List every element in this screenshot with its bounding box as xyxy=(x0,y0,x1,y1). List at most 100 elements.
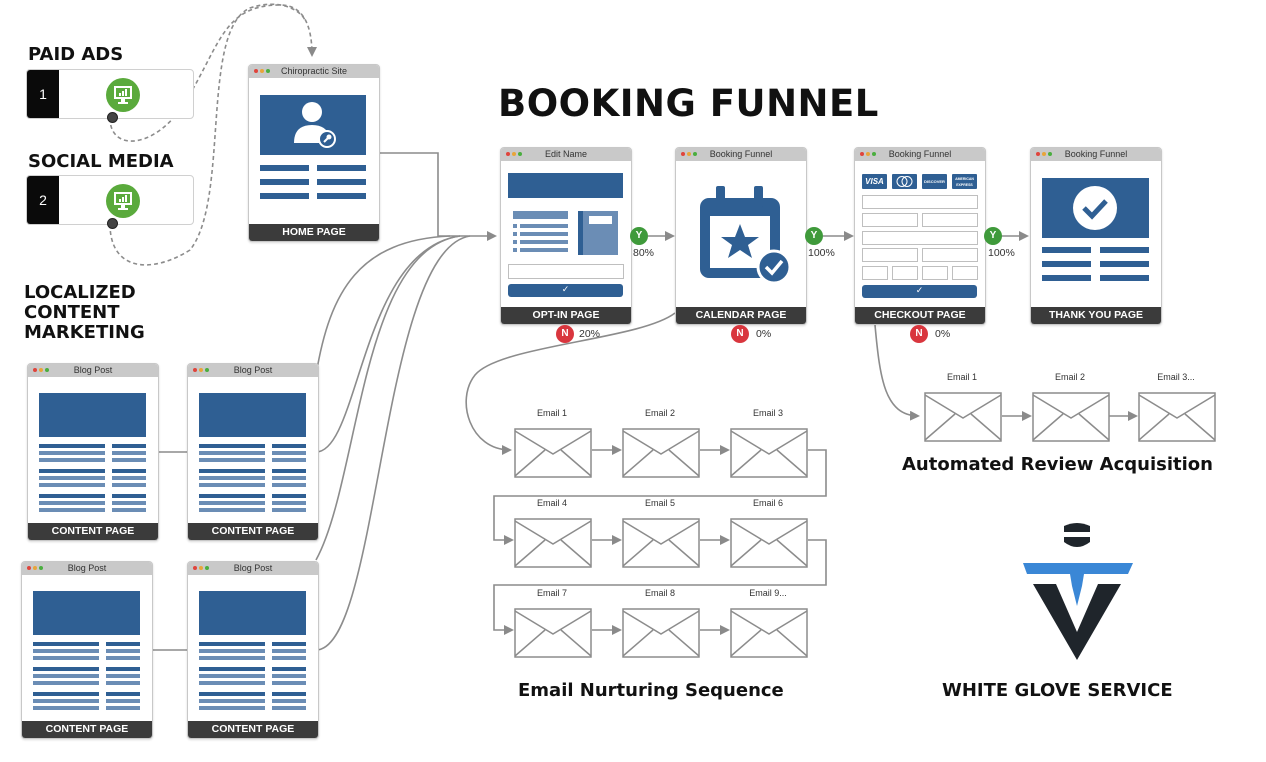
content-page-window[interactable]: Blog Post CONTENT PAGE xyxy=(187,561,319,739)
window-title: Edit Name xyxy=(544,149,588,159)
window-footer: CONTENT PAGE xyxy=(22,721,152,738)
page-title: BOOKING FUNNEL xyxy=(498,82,879,125)
checkout-field[interactable] xyxy=(862,231,978,245)
no-percent: 0% xyxy=(935,328,951,340)
white-glove-logo-icon xyxy=(1023,523,1133,660)
checkout-submit-button[interactable]: ✓ xyxy=(862,285,977,298)
yes-percent: 100% xyxy=(988,247,1015,259)
window-controls xyxy=(193,368,209,372)
window-titlebar: Edit Name xyxy=(501,148,631,161)
window-controls xyxy=(860,152,876,156)
book-icon xyxy=(578,211,618,255)
envelope-icon[interactable] xyxy=(1138,392,1216,442)
window-titlebar: Blog Post xyxy=(188,364,318,377)
yes-percent: 80% xyxy=(633,247,655,259)
link-content-3 xyxy=(315,235,461,561)
optin-submit-button[interactable]: ✓ xyxy=(508,284,623,297)
no-badge: N xyxy=(556,325,574,343)
window-footer: THANK YOU PAGE xyxy=(1031,307,1161,324)
envelope-icon[interactable] xyxy=(1032,392,1110,442)
window-footer: CONTENT PAGE xyxy=(188,721,318,738)
window-title: Booking Funnel xyxy=(1064,149,1128,159)
no-badge: N xyxy=(910,325,928,343)
window-title: Booking Funnel xyxy=(888,149,952,159)
window-controls xyxy=(27,566,43,570)
monitor-chart-icon xyxy=(106,184,140,218)
envelope-icon[interactable] xyxy=(514,608,592,658)
thank-you-page-window[interactable]: Booking Funnel THANK YOU PAGE xyxy=(1030,147,1162,325)
window-controls xyxy=(506,152,522,156)
email-label: Email 1 xyxy=(536,408,567,418)
envelope-icon[interactable] xyxy=(730,428,808,478)
brand-name: WHITE GLOVE SERVICE xyxy=(942,680,1173,701)
heading-paid-ads: PAID ADS xyxy=(28,44,124,65)
window-controls xyxy=(33,368,49,372)
envelope-icon[interactable] xyxy=(622,518,700,568)
yes-badge: Y xyxy=(984,227,1002,245)
source-number: 2 xyxy=(27,176,59,224)
email-label: Email 2 xyxy=(1054,372,1085,382)
content-page-window[interactable]: Blog Post CONTENT PAGE xyxy=(27,363,159,541)
window-footer: CONTENT PAGE xyxy=(28,523,158,540)
content-page-window[interactable]: Blog Post CONTENT PAGE xyxy=(21,561,153,739)
checkout-field[interactable] xyxy=(862,248,918,262)
window-title: Blog Post xyxy=(67,563,107,573)
window-footer: OPT-IN PAGE xyxy=(501,307,631,324)
window-title: Blog Post xyxy=(73,365,113,375)
envelope-icon[interactable] xyxy=(514,518,592,568)
window-titlebar: Booking Funnel xyxy=(855,148,985,161)
calendar-page-window[interactable]: Booking Funnel CALENDAR PAGE xyxy=(675,147,807,325)
connector-handle[interactable] xyxy=(107,112,118,123)
heading-line: CONTENT xyxy=(24,302,120,323)
window-title: Booking Funnel xyxy=(709,149,773,159)
link-home-optin xyxy=(378,152,497,241)
source-paid-ads[interactable]: 1 xyxy=(26,69,194,123)
content-page-window[interactable]: Blog Post CONTENT PAGE xyxy=(187,363,319,541)
source-social-media[interactable]: 2 xyxy=(26,175,194,229)
checkout-field[interactable] xyxy=(922,213,978,227)
email-label: Email 3 xyxy=(752,408,783,418)
email-label: Email 1 xyxy=(946,372,977,382)
no-percent: 0% xyxy=(756,328,772,340)
mastercard-icon xyxy=(892,174,917,189)
connector-handle[interactable] xyxy=(107,218,118,229)
envelope-icon[interactable] xyxy=(730,608,808,658)
checkout-field[interactable] xyxy=(862,266,888,280)
discover-card-icon: DISCOVER xyxy=(922,174,947,189)
envelope-icon[interactable] xyxy=(924,392,1002,442)
window-footer: CHECKOUT PAGE xyxy=(855,307,985,324)
checkout-field[interactable] xyxy=(862,213,918,227)
email-label: Email 4 xyxy=(536,498,567,508)
visa-card-icon: VISA xyxy=(862,174,887,189)
window-titlebar: Booking Funnel xyxy=(676,148,806,161)
checkout-field[interactable] xyxy=(922,248,978,262)
window-titlebar: Blog Post xyxy=(22,562,152,575)
window-footer: CONTENT PAGE xyxy=(188,523,318,540)
review-title: Automated Review Acquisition xyxy=(902,454,1213,475)
window-controls xyxy=(1036,152,1052,156)
home-page-window[interactable]: Chiropractic Site HOME PAGE xyxy=(248,64,380,242)
window-footer: HOME PAGE xyxy=(249,224,379,241)
optin-page-window[interactable]: Edit Name ✓ OPT-IN PAGE xyxy=(500,147,632,325)
envelope-icon[interactable] xyxy=(622,608,700,658)
optin-input-field[interactable] xyxy=(508,264,624,279)
checkout-field[interactable] xyxy=(952,266,978,280)
window-titlebar: Blog Post xyxy=(188,562,318,575)
calendar-star-icon xyxy=(700,186,791,285)
source-number: 1 xyxy=(27,70,59,118)
envelope-icon[interactable] xyxy=(622,428,700,478)
nurture-title: Email Nurturing Sequence xyxy=(518,680,784,701)
email-label: Email 9... xyxy=(749,588,787,598)
heading-line: MARKETING xyxy=(24,322,145,343)
checkout-field[interactable] xyxy=(862,195,978,209)
envelope-icon[interactable] xyxy=(730,518,808,568)
check-circle-icon xyxy=(1042,178,1149,238)
window-controls xyxy=(681,152,697,156)
window-controls xyxy=(193,566,209,570)
envelope-icon[interactable] xyxy=(514,428,592,478)
checkout-field[interactable] xyxy=(922,266,948,280)
checkout-field[interactable] xyxy=(892,266,918,280)
no-percent: 20% xyxy=(579,328,601,340)
checkout-page-window[interactable]: Booking Funnel VISA DISCOVER AMERICAN EXP… xyxy=(854,147,986,325)
email-label: Email 6 xyxy=(752,498,783,508)
